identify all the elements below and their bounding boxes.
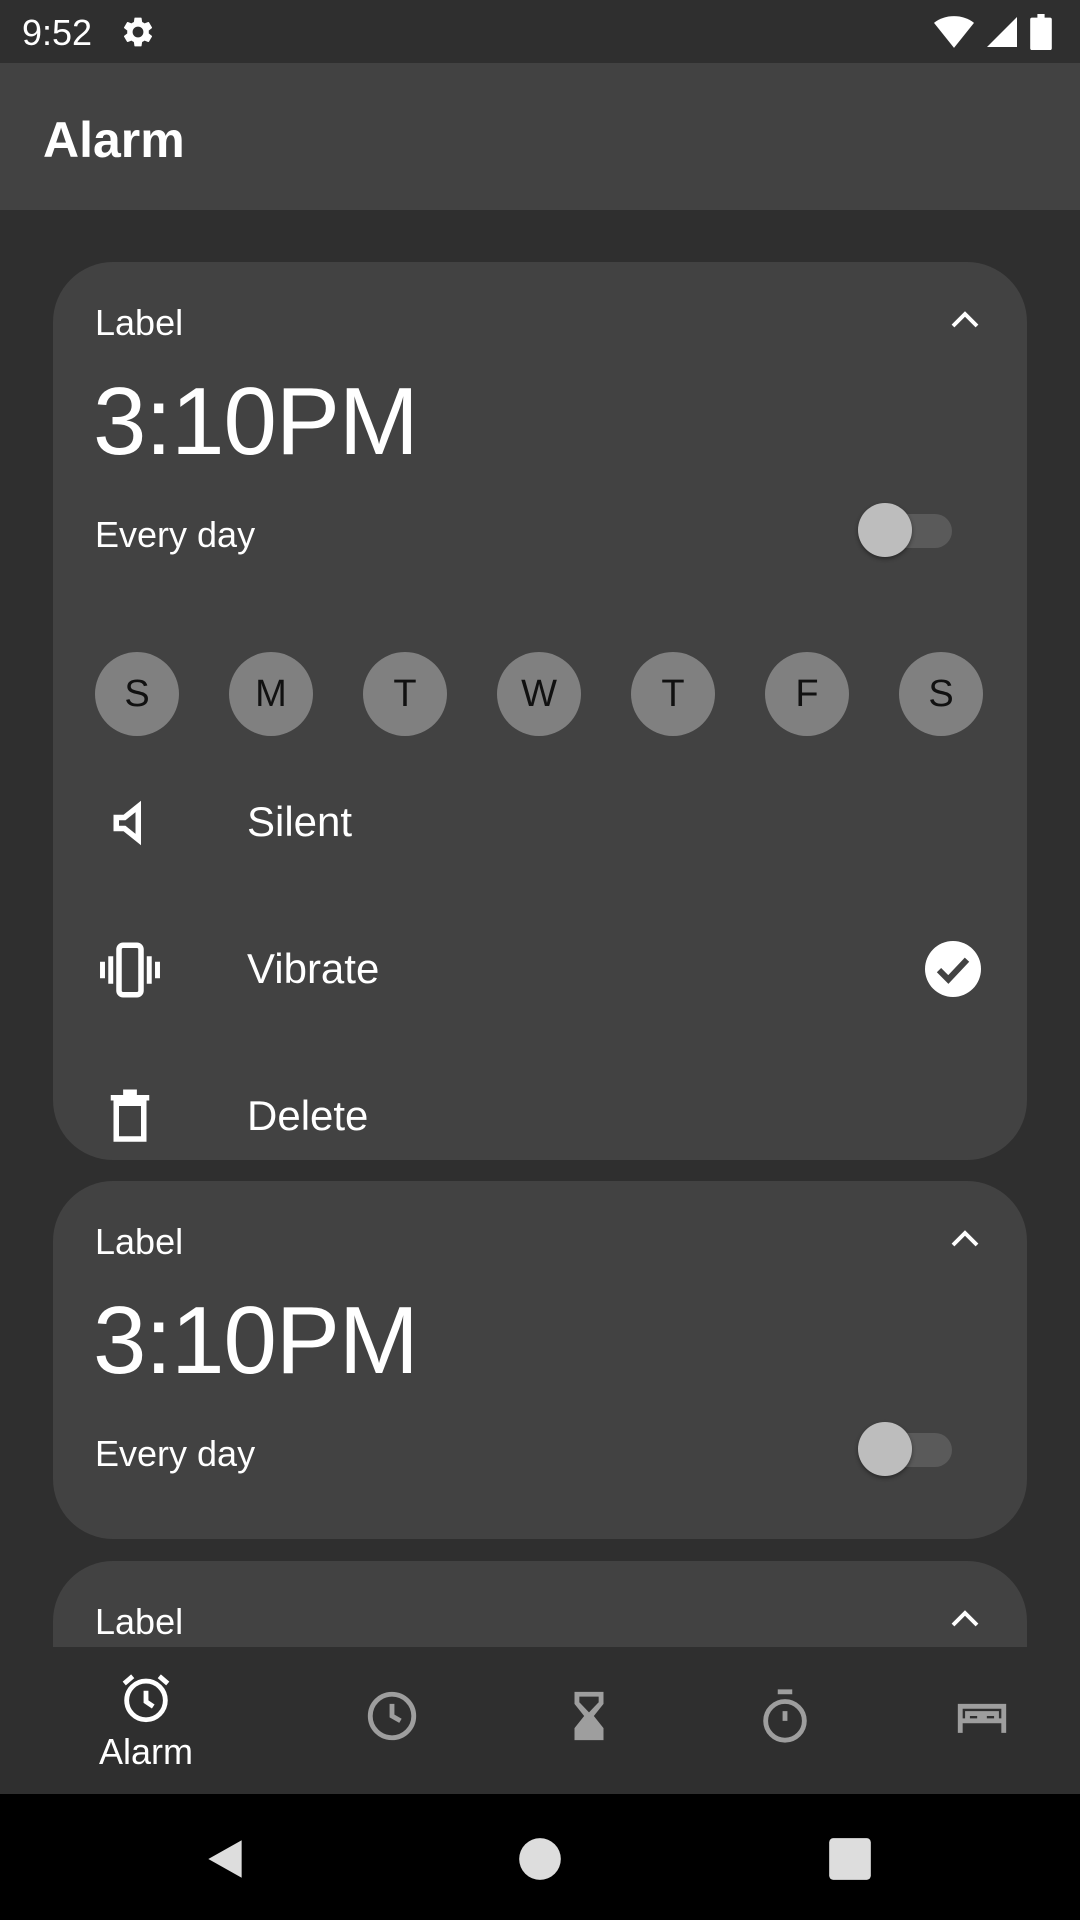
back-icon[interactable] (200, 1834, 250, 1884)
option-vibrate[interactable]: Vibrate (53, 919, 1027, 1019)
home-icon[interactable] (515, 1834, 565, 1884)
option-label: Silent (247, 798, 353, 845)
day-wednesday[interactable]: W (497, 652, 581, 736)
stopwatch-icon (763, 1689, 807, 1743)
alarm-time[interactable]: 3:10PM (93, 367, 419, 477)
nav-alarm[interactable]: Alarm (38, 1647, 254, 1794)
nav-timer[interactable] (481, 1647, 697, 1794)
nav-bedtime[interactable] (874, 1647, 1080, 1794)
status-time: 9:52 (22, 12, 93, 53)
status-bar: 9:52 (0, 0, 1080, 63)
alarm-toggle[interactable] (858, 495, 952, 557)
alarm-label[interactable]: Label (95, 302, 183, 344)
system-nav-bar (0, 1794, 1080, 1920)
check-circle-icon[interactable] (925, 941, 981, 997)
chevron-up-icon[interactable] (947, 1221, 983, 1257)
alarm-repeat: Every day (95, 1433, 256, 1474)
battery-icon (1030, 14, 1052, 50)
day-monday[interactable]: M (229, 652, 313, 736)
alarm-label[interactable]: Label (95, 1221, 183, 1263)
alarm-list[interactable]: Label 3:10PM Every day S M T W T F S Sil… (0, 210, 1080, 1647)
day-tuesday[interactable]: T (363, 652, 447, 736)
alarm-card[interactable]: Label 3:10PM Every day S M T W T F S Sil… (53, 262, 1027, 1160)
day-saturday[interactable]: S (899, 652, 983, 736)
alarm-toggle[interactable] (858, 1414, 952, 1476)
page-title: Alarm (43, 112, 185, 168)
bed-icon (957, 1703, 1007, 1733)
wifi-icon (934, 16, 974, 48)
option-label: Vibrate (247, 945, 380, 992)
option-silent[interactable]: Silent (53, 772, 1027, 872)
day-friday[interactable]: F (765, 652, 849, 736)
day-sunday[interactable]: S (95, 652, 179, 736)
recents-icon[interactable] (825, 1834, 875, 1884)
delete-icon (110, 1089, 150, 1142)
day-thursday[interactable]: T (631, 652, 715, 736)
alarm-card[interactable]: Label (53, 1561, 1027, 1647)
nav-stopwatch[interactable] (677, 1647, 893, 1794)
chevron-up-icon[interactable] (947, 1601, 983, 1637)
nav-clock[interactable] (284, 1647, 500, 1794)
option-delete[interactable]: Delete (53, 1066, 1027, 1166)
volume-off-icon (113, 800, 141, 846)
app-bar: Alarm (0, 63, 1080, 210)
signal-icon (987, 17, 1017, 47)
day-selector: S M T W T F S (95, 652, 983, 736)
alarm-label[interactable]: Label (95, 1601, 183, 1643)
alarm-card[interactable]: Label 3:10PM Every day (53, 1181, 1027, 1539)
chevron-up-icon[interactable] (947, 302, 983, 338)
toggle-thumb (858, 1422, 912, 1476)
clock-icon (367, 1691, 417, 1741)
bottom-nav: Alarm (0, 1647, 1080, 1794)
alarm-icon (122, 1674, 170, 1723)
toggle-thumb (858, 503, 912, 557)
alarm-time[interactable]: 3:10PM (93, 1286, 419, 1396)
nav-label: Alarm (98, 1731, 193, 1772)
hourglass-icon (574, 1691, 604, 1741)
option-label: Delete (247, 1092, 369, 1139)
alarm-repeat: Every day (95, 514, 256, 555)
settings-icon (123, 17, 153, 47)
vibrate-icon (100, 942, 160, 998)
